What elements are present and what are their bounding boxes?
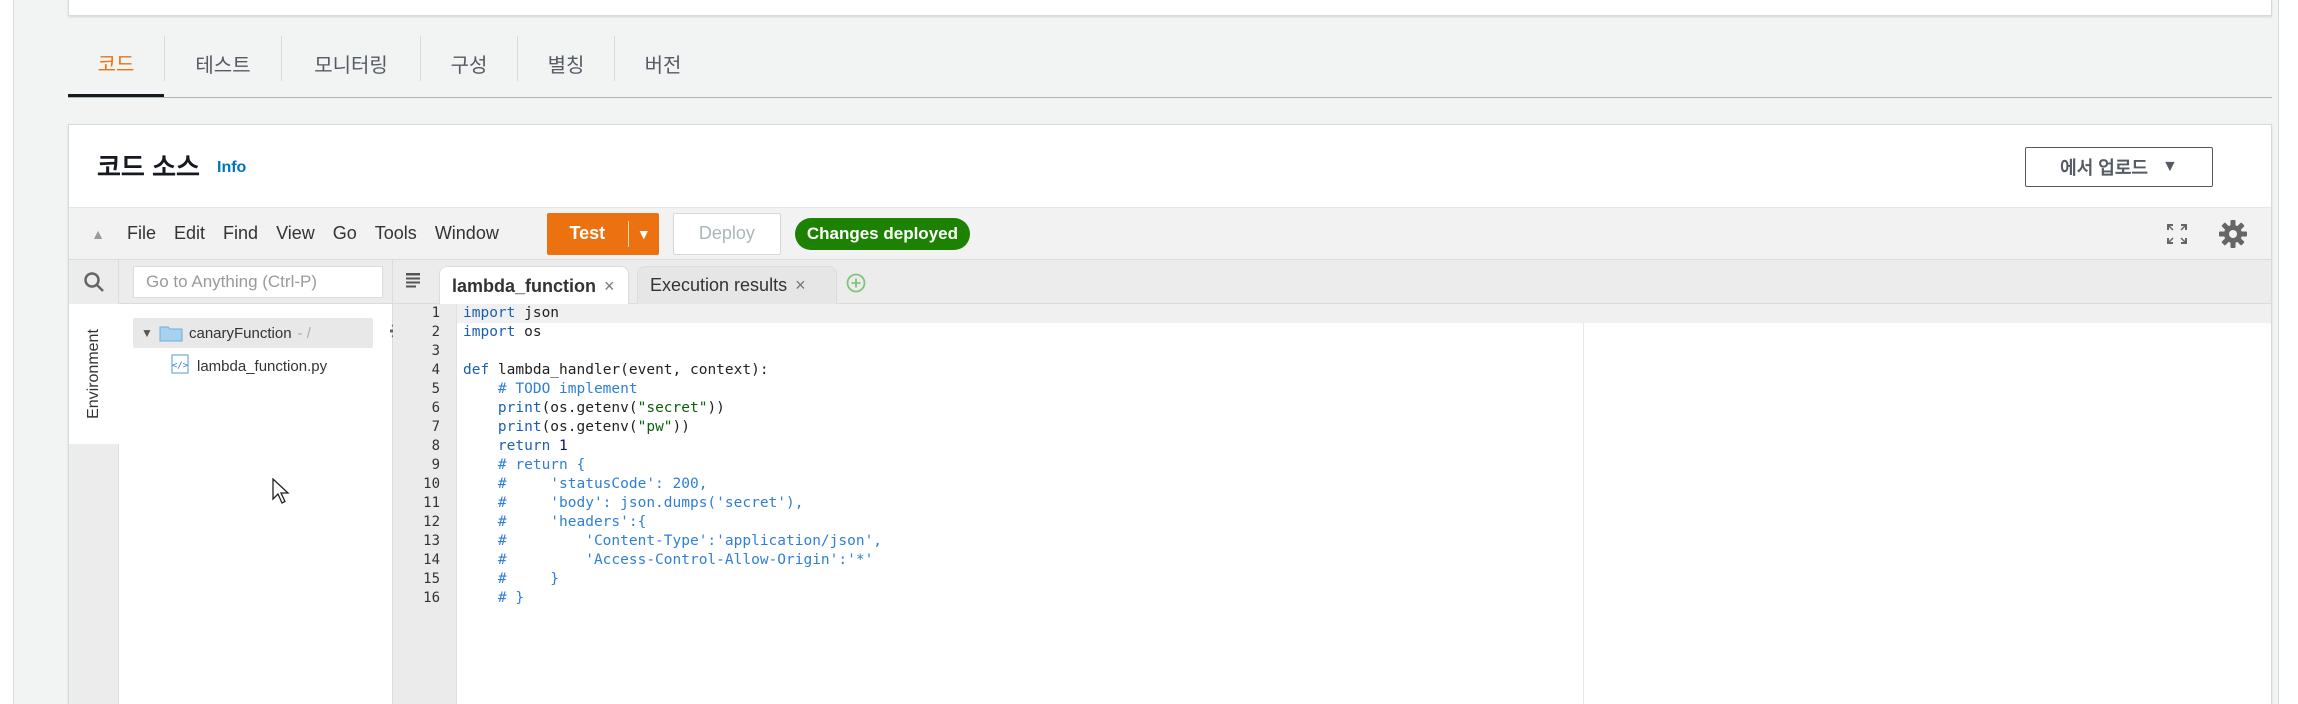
line-number: 8 xyxy=(431,438,440,454)
panel-title: 코드 소스 xyxy=(97,152,200,182)
editor-tab-label: lambda_function xyxy=(452,275,597,296)
editor-tab-lambda-function[interactable]: lambda_function × xyxy=(439,266,629,305)
code-editor: lambda_function × Execution results × 12… xyxy=(393,260,2271,704)
menu-window[interactable]: Window xyxy=(435,223,499,244)
goto-row xyxy=(119,260,392,304)
line-number: 13 xyxy=(423,533,440,549)
code-line[interactable]: import json xyxy=(457,304,2271,323)
upload-from-label: 에서 업로드 xyxy=(2060,158,2148,178)
line-number: 7 xyxy=(431,419,440,435)
code-line[interactable]: # 'Access-Control-Allow-Origin':'*' xyxy=(457,551,2271,570)
code-line[interactable]: ​ xyxy=(457,342,2271,361)
line-number: 5 xyxy=(431,381,440,397)
menu-edit[interactable]: Edit xyxy=(174,223,205,244)
line-number: 12 xyxy=(423,514,440,530)
line-number: 16 xyxy=(423,590,440,606)
deploy-button[interactable]: Deploy xyxy=(672,212,781,255)
environment-tab[interactable]: Environment xyxy=(69,304,119,444)
folder-icon xyxy=(159,324,183,342)
code-line[interactable]: # } xyxy=(457,589,2271,608)
file-name: lambda_function.py xyxy=(197,358,328,375)
side-panel-strip: Environment xyxy=(69,260,119,704)
line-number: 11 xyxy=(423,495,440,511)
close-icon[interactable]: × xyxy=(795,275,806,296)
cloud9-editor: ▲ File Edit Find View Go Tools Window Te… xyxy=(69,207,2271,704)
menu-go[interactable]: Go xyxy=(333,223,357,244)
line-number: 1 xyxy=(431,305,440,321)
goto-anything-input[interactable] xyxy=(133,266,383,298)
code-line[interactable]: # return { xyxy=(457,456,2271,475)
line-number: 15 xyxy=(423,571,440,587)
code-line[interactable]: # 'statusCode': 200, xyxy=(457,475,2271,494)
svg-text:</>: </> xyxy=(172,361,189,371)
code-line[interactable]: def lambda_handler(event, context): xyxy=(457,361,2271,380)
code-line[interactable]: # 'headers':{ xyxy=(457,513,2271,532)
upload-from-button[interactable]: 에서 업로드 ▼ xyxy=(2025,147,2213,187)
code-line[interactable]: import os xyxy=(457,323,2271,342)
page-left-edge xyxy=(0,0,14,704)
code-line[interactable]: print(os.getenv("secret")) xyxy=(457,399,2271,418)
collapse-menu-icon[interactable]: ▲ xyxy=(69,226,127,242)
code-content[interactable]: import jsonimport os​def lambda_handler(… xyxy=(457,304,2271,704)
line-number: 2 xyxy=(431,324,440,340)
tab-code[interactable]: 코드 xyxy=(68,30,164,97)
code-line[interactable]: return 1 xyxy=(457,437,2271,456)
editor-tab-label: Execution results xyxy=(650,275,788,295)
environment-tab-label: Environment xyxy=(84,329,102,419)
code-line[interactable]: # 'body': json.dumps('secret'), xyxy=(457,494,2271,513)
info-link[interactable]: Info xyxy=(217,159,246,177)
line-number: 14 xyxy=(423,552,440,568)
ide-menubar: ▲ File Edit Find View Go Tools Window Te… xyxy=(69,208,2271,260)
code-source-panel: 코드 소스 Info 에서 업로드 ▼ ▲ File Edit Find Vie… xyxy=(68,124,2272,704)
tree-file-row[interactable]: </> lambda_function.py xyxy=(171,354,327,379)
line-number: 9 xyxy=(431,457,440,473)
code-line[interactable]: # } xyxy=(457,570,2271,589)
tab-aliases[interactable]: 별칭 xyxy=(518,30,614,97)
menu-view[interactable]: View xyxy=(276,223,315,244)
editor-tab-execution-results[interactable]: Execution results × xyxy=(637,266,837,304)
add-tab-icon[interactable] xyxy=(845,272,867,299)
menu-tools[interactable]: Tools xyxy=(375,223,417,244)
folder-name: canaryFunction xyxy=(189,324,292,342)
line-number: 6 xyxy=(431,400,440,416)
tab-versions[interactable]: 버전 xyxy=(615,30,711,97)
code-line[interactable]: print(os.getenv("pw")) xyxy=(457,418,2271,437)
fullscreen-icon[interactable] xyxy=(2161,218,2193,250)
tree-folder-row[interactable]: ▼ canaryFunction - / xyxy=(133,318,373,348)
close-icon[interactable]: × xyxy=(604,276,615,297)
file-tree-pane: ▼ canaryFunction - / xyxy=(119,260,418,704)
caret-down-icon: ▼ xyxy=(2161,158,2178,175)
function-tabs: 코드 테스트 모니터링 구성 별칭 버전 xyxy=(68,30,2272,98)
test-dropdown-icon[interactable]: ▼ xyxy=(629,226,659,242)
code-line[interactable]: # TODO implement xyxy=(457,380,2271,399)
search-icon[interactable] xyxy=(69,260,119,304)
tab-configuration[interactable]: 구성 xyxy=(421,30,517,97)
settings-icon[interactable] xyxy=(2217,218,2249,250)
page-right-scrollbar[interactable] xyxy=(2278,0,2298,704)
editor-tab-bar: lambda_function × Execution results × xyxy=(393,260,2271,305)
ide-right-controls xyxy=(2161,218,2249,250)
line-number: 4 xyxy=(431,362,440,378)
menu-find[interactable]: Find xyxy=(223,223,258,244)
line-number-gutter: 1 2 3 4 5 6 7 8 9 10 11 12 13 14 15 16 xyxy=(393,304,457,704)
folder-path-separator: - / xyxy=(297,324,311,342)
line-number: 10 xyxy=(423,476,440,492)
file-icon: </> xyxy=(171,354,189,379)
chevron-down-icon[interactable]: ▼ xyxy=(139,326,155,340)
menu-file[interactable]: File xyxy=(127,223,156,244)
tab-monitoring[interactable]: 모니터링 xyxy=(282,30,420,97)
test-button[interactable]: Test ▼ xyxy=(546,212,659,255)
tab-test[interactable]: 테스트 xyxy=(165,30,281,97)
code-line[interactable]: # 'Content-Type':'application/json', xyxy=(457,532,2271,551)
mouse-cursor-icon xyxy=(272,477,290,509)
line-number: 3 xyxy=(431,343,440,359)
document-list-icon[interactable] xyxy=(403,270,423,295)
test-button-label: Test xyxy=(569,223,606,243)
panel-header: 코드 소스 Info 에서 업로드 ▼ xyxy=(69,125,2271,207)
status-badge: Changes deployed xyxy=(794,217,970,250)
top-panel xyxy=(68,0,2272,16)
